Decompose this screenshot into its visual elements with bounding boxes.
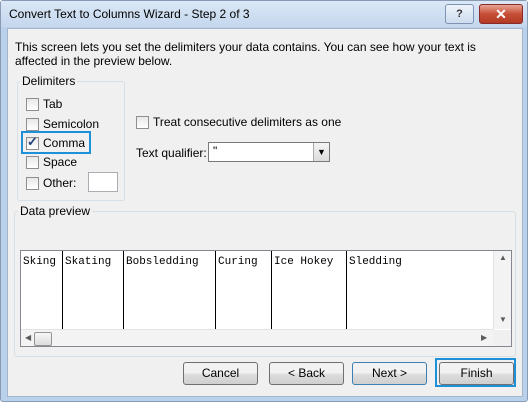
scroll-right-icon[interactable]: ▶ bbox=[481, 333, 487, 342]
other-checkbox[interactable] bbox=[26, 177, 39, 190]
scroll-thumb[interactable] bbox=[34, 332, 52, 346]
scroll-corner bbox=[494, 330, 511, 346]
tab-checkbox[interactable] bbox=[26, 98, 39, 111]
dialog-body: This screen lets you set the delimiters … bbox=[7, 28, 523, 397]
dropdown-arrow-icon[interactable]: ▼ bbox=[313, 143, 329, 161]
preview-column[interactable]: Sledding bbox=[347, 251, 493, 329]
preview-label: Data preview bbox=[18, 204, 93, 218]
other-label: Other: bbox=[43, 176, 77, 190]
scroll-down-icon[interactable]: ▼ bbox=[499, 315, 507, 324]
space-label: Space bbox=[43, 155, 78, 169]
scroll-up-icon[interactable]: ▲ bbox=[499, 253, 507, 262]
preview-column[interactable]: Skating bbox=[63, 251, 124, 329]
next-button[interactable]: Next > bbox=[352, 362, 427, 385]
qualifier-label: Text qualifier: bbox=[136, 146, 207, 160]
finish-highlight bbox=[435, 358, 516, 387]
preview-column[interactable]: Sking bbox=[21, 251, 63, 329]
cancel-button[interactable]: Cancel bbox=[183, 362, 258, 385]
vertical-scrollbar[interactable]: ▲ ▼ bbox=[493, 251, 511, 329]
close-button[interactable]: ✕ bbox=[479, 4, 523, 24]
qualifier-value: " bbox=[213, 144, 218, 158]
qualifier-select[interactable]: " ▼ bbox=[208, 142, 330, 162]
consecutive-label: Treat consecutive delimiters as one bbox=[153, 115, 342, 129]
help-button[interactable]: ? bbox=[445, 4, 474, 24]
preview-column[interactable]: Bobsledding bbox=[124, 251, 216, 329]
consecutive-checkbox[interactable] bbox=[136, 116, 149, 129]
preview-column[interactable]: Curing bbox=[216, 251, 272, 329]
other-input[interactable] bbox=[88, 172, 118, 192]
delimiters-label: Delimiters bbox=[20, 74, 78, 88]
window-title: Convert Text to Columns Wizard - Step 2 … bbox=[9, 7, 250, 21]
tab-label: Tab bbox=[43, 97, 63, 111]
step-description: This screen lets you set the delimiters … bbox=[15, 40, 476, 68]
semicolon-checkbox[interactable] bbox=[26, 118, 39, 131]
horizontal-scrollbar[interactable]: ◀ ▶ bbox=[21, 329, 494, 346]
semicolon-label: Semicolon bbox=[43, 117, 100, 131]
title-bar: Convert Text to Columns Wizard - Step 2 … bbox=[1, 1, 527, 27]
space-checkbox[interactable] bbox=[26, 156, 39, 169]
preview-column[interactable]: Ice Hokey bbox=[272, 251, 347, 329]
comma-highlight bbox=[21, 131, 91, 154]
data-preview[interactable]: Sking Skating Bobsledding Curing Ice Hok… bbox=[20, 250, 512, 347]
back-button[interactable]: < Back bbox=[269, 362, 344, 385]
wizard-dialog: Convert Text to Columns Wizard - Step 2 … bbox=[0, 0, 528, 402]
scroll-left-icon[interactable]: ◀ bbox=[25, 333, 31, 342]
